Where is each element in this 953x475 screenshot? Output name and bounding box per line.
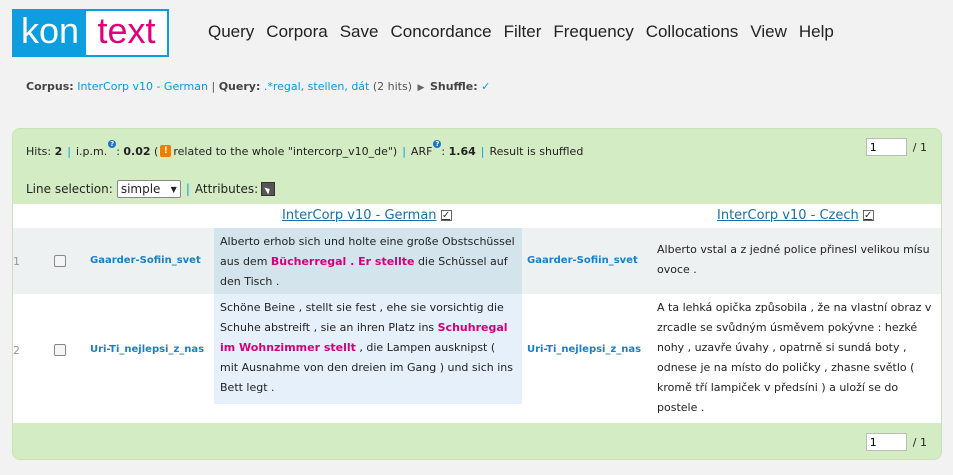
row-ref[interactable]: Uri-Ti_nejlepsi_z_nas [90,344,204,355]
menu-frequency[interactable]: Frequency [553,22,633,42]
page-total-top: / 1 [912,140,927,154]
attributes-label: Attributes: [194,182,259,196]
query-link[interactable]: .*regal, stellen, dát [264,80,370,93]
kontext-logo[interactable]: kon text [12,9,169,57]
header: kon text Query Corpora Save Concordance … [0,0,953,70]
line-selection-label: Line selection: [26,182,113,196]
table-row: 1 Gaarder-Sofiin_svet Alberto erhob sich… [13,228,941,294]
row-number: 2 [13,344,20,357]
menu-help[interactable]: Help [799,22,834,42]
aligned-ref[interactable]: Gaarder-Sofiin_svet [527,255,638,266]
shuffle-label: Shuffle [429,80,474,93]
menu-save[interactable]: Save [340,22,379,42]
page-input-bottom[interactable] [865,433,907,451]
aligned-corpus-header: InterCorp v10 - Czech ✓ [717,208,874,223]
pager-top: / 1 [865,138,927,156]
breadcrumb-separator: | [211,80,216,93]
row-number: 1 [13,255,20,268]
menu-collocations[interactable]: Collocations [646,22,739,42]
triangle-right-icon: ▶ [417,83,425,93]
row-checkbox[interactable] [54,255,66,267]
primary-corpus-link[interactable]: InterCorp v10 - German [282,208,437,223]
aligned-corpus-link[interactable]: InterCorp v10 - Czech [717,208,859,223]
menu-view[interactable]: View [750,22,787,42]
menu-filter[interactable]: Filter [504,22,542,42]
table-row: 2 Uri-Ti_nejlepsi_z_nas Schöne Beine , s… [13,294,941,423]
aligned-text: Alberto vstal a z jedné police přinesl v… [657,243,930,276]
menu-corpora[interactable]: Corpora [266,22,327,42]
query-label: Query [218,80,256,93]
corpus-link[interactable]: InterCorp v10 - German [77,80,208,93]
concordance-table: InterCorp v10 - German ✓ InterCorp v10 -… [13,204,941,423]
result-stats: Hits: 2 | i.p.m. ? : 0.02 (! related to … [26,140,584,158]
kwic-text: Alberto erhob sich und holte eine große … [214,228,522,294]
hits-label: Hits: [26,144,52,158]
shuffled-status: Result is shuffled [489,144,584,158]
concordance-header: InterCorp v10 - German ✓ InterCorp v10 -… [13,204,941,228]
line-selection-value: simple [120,182,161,196]
aligned-corpus-checkbox[interactable]: ✓ [862,210,874,221]
shuffle-check-icon: ✓ [481,80,491,93]
aligned-ref[interactable]: Uri-Ti_nejlepsi_z_nas [527,344,641,355]
ipm-label: i.p.m. [75,144,108,158]
warning-icon: ! [160,145,172,157]
ipm-help-icon[interactable]: ? [108,140,117,148]
logo-part-text: text [97,10,156,51]
logo-part-kon: kon [14,10,86,55]
line-selection-select[interactable]: simple ▼ [116,180,181,198]
related-text: related to the whole "intercorp_v10_de") [173,144,398,158]
corpus-label: Corpus: [26,80,74,93]
main-menu: Query Corpora Save Concordance Filter Fr… [208,22,846,42]
kwic-text: Schöne Beine , stellt sie fest , ehe sie… [214,294,522,404]
attributes-cursor-icon[interactable] [261,182,276,196]
concordance-panel: Hits: 2 | i.p.m. ? : 0.02 (! related to … [12,128,942,460]
row-checkbox[interactable] [54,344,66,356]
page-input-top[interactable] [865,138,907,156]
query-overview: Corpus: InterCorp v10 - German | Query: … [26,80,491,93]
row-ref[interactable]: Gaarder-Sofiin_svet [90,255,201,266]
pager-bottom: / 1 [865,433,927,451]
menu-query[interactable]: Query [208,22,254,42]
chevron-down-icon: ▼ [170,184,177,194]
kwic-hit[interactable]: Bücherregal . Er stellte [271,255,415,268]
page-total-bottom: / 1 [912,435,927,449]
hits-note: (2 hits) [372,80,413,93]
aligned-text: A ta lehká opička způsobila , že na vlas… [657,301,932,414]
primary-corpus-checkbox[interactable]: ✓ [440,210,452,221]
arf-label: ARF [410,144,433,158]
ipm-value: 0.02 [123,144,151,158]
menu-concordance[interactable]: Concordance [390,22,491,42]
arf-help-icon[interactable]: ? [433,140,442,148]
arf-value: 1.64 [448,144,476,158]
line-selection-bar: Line selection: simple ▼ | Attributes: [26,179,276,199]
hits-value: 2 [54,144,63,158]
primary-corpus-header: InterCorp v10 - German ✓ [282,208,452,223]
